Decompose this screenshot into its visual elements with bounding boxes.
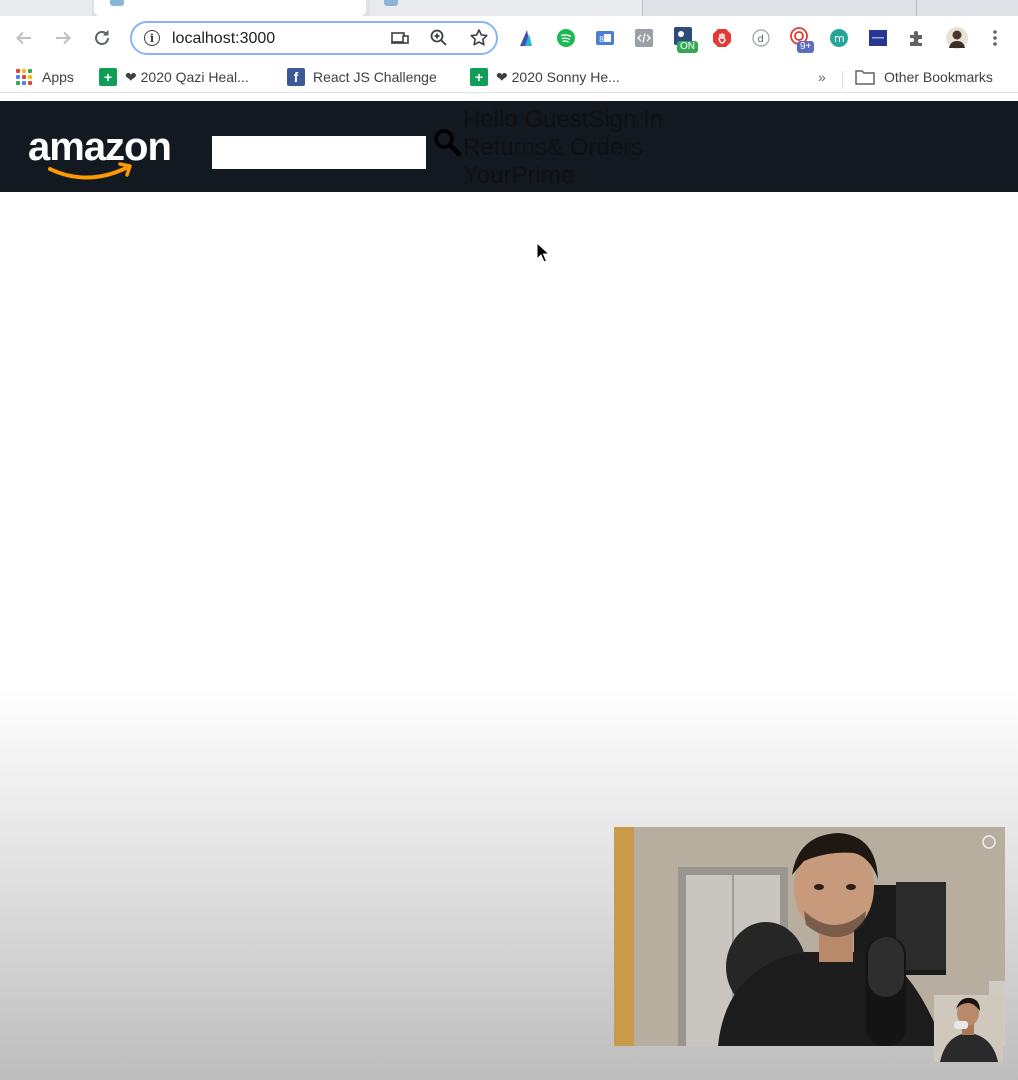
ext-on-badge: ON <box>677 41 698 53</box>
tab-strip <box>0 0 1018 16</box>
mouse-cursor-icon <box>536 242 550 263</box>
header-nav: Hello GuestSign In Returns& Orders YourP… <box>463 106 663 190</box>
bookmark-qazi-health[interactable]: + ❤ 2020 Qazi Heal... <box>99 67 249 87</box>
ext-spotify-icon[interactable] <box>556 28 576 48</box>
svg-text:m: m <box>834 32 845 45</box>
header-option-orders[interactable]: Returns& Orders <box>463 134 663 162</box>
bookmark-label: Other Bookmarks <box>884 69 993 85</box>
ext-m-icon[interactable]: m <box>829 28 849 48</box>
cast-device-icon[interactable] <box>390 28 410 48</box>
ext-d-icon[interactable]: d <box>751 28 771 48</box>
header-search-input[interactable] <box>212 136 426 169</box>
bookmark-apps[interactable]: Apps <box>16 67 74 87</box>
profile-avatar-icon[interactable] <box>946 27 968 49</box>
bookmarks-bar: Apps + ❤ 2020 Qazi Heal... f React JS Ch… <box>0 62 1018 93</box>
ext-feather-icon[interactable] <box>516 28 536 48</box>
search-icon[interactable] <box>433 128 463 158</box>
ext-adblock-icon[interactable] <box>712 28 732 48</box>
menu-kebab-icon[interactable] <box>985 28 1005 48</box>
bookmarks-divider <box>842 71 843 89</box>
bookmarks-overflow-button[interactable]: » <box>818 67 826 87</box>
ext-count-badge: 9+ <box>797 41 815 53</box>
google-sheets-icon: + <box>99 68 117 86</box>
bookmark-label: ❤ 2020 Qazi Heal... <box>125 68 249 85</box>
svg-text:8: 8 <box>599 35 604 44</box>
amazon-smile-icon <box>48 162 132 180</box>
apps-grid-icon <box>16 69 32 85</box>
ext-notifications[interactable]: 9+ <box>790 26 818 54</box>
reload-button[interactable] <box>89 25 115 51</box>
ext-code-icon[interactable] <box>634 28 654 48</box>
svg-text:d: d <box>758 34 764 45</box>
back-button[interactable] <box>11 25 37 51</box>
bookmark-label: ❤ 2020 Sonny He... <box>496 68 620 85</box>
site-info-icon[interactable]: i <box>144 30 160 46</box>
react-favicon-icon <box>110 0 124 6</box>
header-option-prime[interactable]: YourPrime <box>463 162 663 190</box>
address-bar[interactable]: i localhost:3000 <box>130 21 498 55</box>
address-bar-url[interactable]: localhost:3000 <box>172 30 275 48</box>
header-option-sign-in[interactable]: Hello GuestSign In <box>463 106 663 134</box>
ext-window-icon[interactable] <box>868 28 888 48</box>
secondary-webcam-overlay <box>934 995 1003 1062</box>
extensions-puzzle-icon[interactable] <box>907 28 927 48</box>
bookmark-react-challenge[interactable]: f React JS Challenge <box>287 67 437 87</box>
arrow-left-icon <box>16 31 31 45</box>
folder-icon <box>855 70 875 85</box>
arrow-right-icon <box>56 31 71 45</box>
bookmark-star-icon[interactable] <box>469 28 489 48</box>
tab-previous[interactable] <box>0 0 92 16</box>
zoom-icon[interactable] <box>429 28 449 48</box>
tab-inactive[interactable] <box>644 0 917 16</box>
tab-inactive[interactable] <box>370 0 643 16</box>
forward-button[interactable] <box>50 25 76 51</box>
reload-icon <box>95 30 109 45</box>
amazon-header: amazon Hello GuestSign In Returns& Order… <box>0 101 1018 192</box>
facebook-icon: f <box>287 68 305 86</box>
ext-toggle-on[interactable]: ON <box>673 26 698 54</box>
react-favicon-icon <box>384 0 398 6</box>
bookmark-label: Apps <box>42 69 74 85</box>
browser-toolbar: i localhost:3000 8 ON d 9+ m <box>0 16 1018 62</box>
bookmark-label: React JS Challenge <box>313 69 437 85</box>
bookmark-sonny-health[interactable]: + ❤ 2020 Sonny He... <box>470 67 620 87</box>
tab-active[interactable] <box>94 0 366 16</box>
secondary-presenter-image <box>934 995 1003 1062</box>
bookmark-other-bookmarks[interactable]: Other Bookmarks <box>855 67 993 87</box>
ext-column-icon[interactable]: 8 <box>595 28 615 48</box>
google-sheets-icon: + <box>470 68 488 86</box>
